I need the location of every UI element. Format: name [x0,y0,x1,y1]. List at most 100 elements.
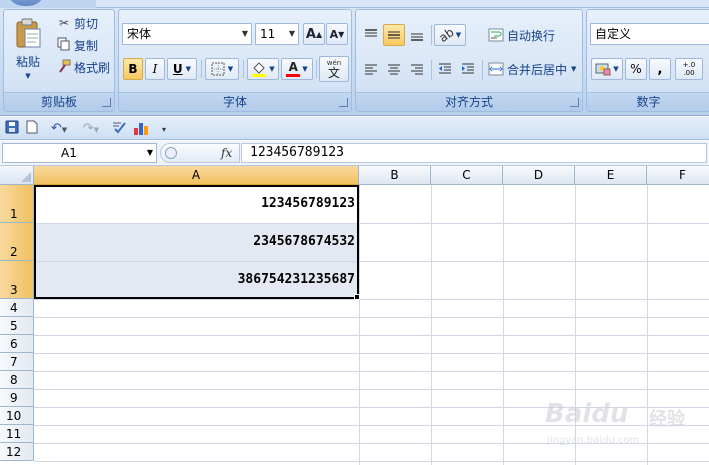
row-header-4[interactable]: 4 [0,299,34,317]
increase-indent-icon [462,63,474,74]
phonetic-char: 文 [327,65,340,80]
customize-chevron-icon: ▾ [161,125,166,134]
fill-handle[interactable] [354,294,360,300]
column-header-f[interactable]: F [647,166,709,185]
number-group-label: 数字 [587,92,709,111]
watermark-brand: Baidu [545,399,629,429]
row-header-8[interactable]: 8 [0,371,34,389]
redo-icon: ↷ [82,121,94,136]
borders-button[interactable]: ▼ [205,58,239,80]
align-middle-button[interactable] [383,24,405,46]
font-size-combo[interactable]: 11 ▼ [255,23,299,45]
gridline [359,185,360,465]
column-header-a[interactable]: A [34,166,359,185]
font-name-combo[interactable]: 宋体 ▼ [122,23,252,45]
name-box[interactable]: A1 ▼ [2,143,157,163]
paste-button[interactable]: 粘贴 ▼ [8,14,48,84]
merge-center-label: 合并后居中 [507,62,568,77]
row-header-11[interactable]: 11 [0,425,34,443]
save-button[interactable] [4,120,20,136]
percent-button[interactable]: % [625,58,647,80]
decrease-indent-icon [439,63,451,74]
clipboard-group: 粘贴 ▼ ✂ 剪切 复制 格式刷 剪贴板 [3,9,115,112]
clipboard-group-label: 剪贴板 [4,92,114,111]
undo-button[interactable]: ↶▼ [46,120,72,136]
redo-button[interactable]: ↷▼ [78,120,104,136]
align-left-button[interactable] [360,58,382,80]
row-header-2[interactable]: 2 [0,223,34,261]
copy-label: 复制 [74,38,99,53]
grow-font-button[interactable]: A ▲ [303,23,325,45]
merge-center-button[interactable]: 合并后居中 ▼ [484,58,580,80]
alignment-group: ab ▼ 自动换行 合并后居中 ▼ 对齐方式 [355,9,583,112]
chevron-down-icon: ▼ [241,29,248,38]
align-bottom-button[interactable] [406,24,428,46]
increase-decimal-button[interactable]: +.0 .00 [675,58,703,80]
font-name-value: 宋体 [127,27,152,41]
font-color-button[interactable]: A ▼ [281,58,313,80]
insert-function-icon[interactable]: fx [221,146,232,160]
font-color-icon: A [286,61,301,77]
column-header-e[interactable]: E [575,166,647,185]
formula-input[interactable]: 123456789123 [241,143,707,163]
new-document-button[interactable] [24,120,40,136]
row-header-1[interactable]: 1 [0,185,34,223]
column-header-b[interactable]: B [359,166,431,185]
fill-color-button[interactable]: ▼ [247,58,279,80]
chart-button[interactable] [132,120,152,136]
row-header-7[interactable]: 7 [0,353,34,371]
align-bottom-icon [411,33,423,41]
row-header-3[interactable]: 3 [0,261,34,299]
row-header-10[interactable]: 10 [0,407,34,425]
align-center-icon [388,64,400,75]
selection-border [34,185,359,299]
align-right-button[interactable] [406,58,428,80]
increase-indent-button[interactable] [457,58,479,80]
chevron-down-icon: ▼ [571,65,577,73]
currency-icon [595,63,611,76]
align-left-icon [365,64,377,75]
copy-button[interactable]: 复制 [52,35,102,55]
row-header-12[interactable]: 12 [0,443,34,461]
shrink-font-button[interactable]: A ▼ [326,23,348,45]
bold-icon: B [128,62,138,76]
worksheet-grid[interactable]: A B C D E F 1 2 3 4 5 6 7 8 9 10 11 12 1… [0,166,709,465]
orientation-button[interactable]: ab ▼ [434,24,466,46]
chevron-down-icon: ▼ [227,65,234,73]
bold-button[interactable]: B [123,58,143,80]
align-center-button[interactable] [383,58,405,80]
decrease-indent-button[interactable] [434,58,456,80]
ribbon: 粘贴 ▼ ✂ 剪切 复制 格式刷 剪贴板 宋体 ▼ 11 ▼ A ▲ A ▼ B… [0,0,709,116]
row-header-9[interactable]: 9 [0,389,34,407]
spell-check-icon [113,122,126,134]
row-header-5[interactable]: 5 [0,317,34,335]
column-header-d[interactable]: D [503,166,575,185]
cut-button[interactable]: ✂ 剪切 [52,13,102,33]
row-header-6[interactable]: 6 [0,335,34,353]
spelling-button[interactable] [110,120,128,136]
align-top-button[interactable] [360,24,382,46]
select-all-button[interactable] [0,166,34,185]
name-box-value: A1 [61,146,77,160]
font-launcher-icon[interactable] [339,98,348,107]
formula-bar-resize-icon[interactable] [165,147,177,159]
phonetic-button[interactable]: wén 文 [319,56,349,82]
comma-style-button[interactable]: , [649,58,671,80]
format-painter-label: 格式刷 [74,60,111,75]
format-painter-button[interactable]: 格式刷 [52,57,114,77]
customize-toolbar-button[interactable]: ▾ [158,120,170,136]
grow-font-icon: A [305,26,316,42]
shrink-font-icon: A [329,27,339,41]
clipboard-launcher-icon[interactable] [102,98,111,107]
column-header-c[interactable]: C [431,166,503,185]
gridline [34,389,709,390]
alignment-launcher-icon[interactable] [570,98,579,107]
italic-button[interactable]: I [145,58,165,80]
number-format-combo[interactable]: 自定义 [590,23,709,45]
wrap-text-button[interactable]: 自动换行 [484,24,559,46]
chevron-down-icon: ▼ [93,126,100,134]
underline-button[interactable]: U ▼ [167,58,197,80]
down-caret-icon: ▼ [338,29,345,39]
gridline [503,185,504,465]
currency-button[interactable]: ▼ [591,58,623,80]
